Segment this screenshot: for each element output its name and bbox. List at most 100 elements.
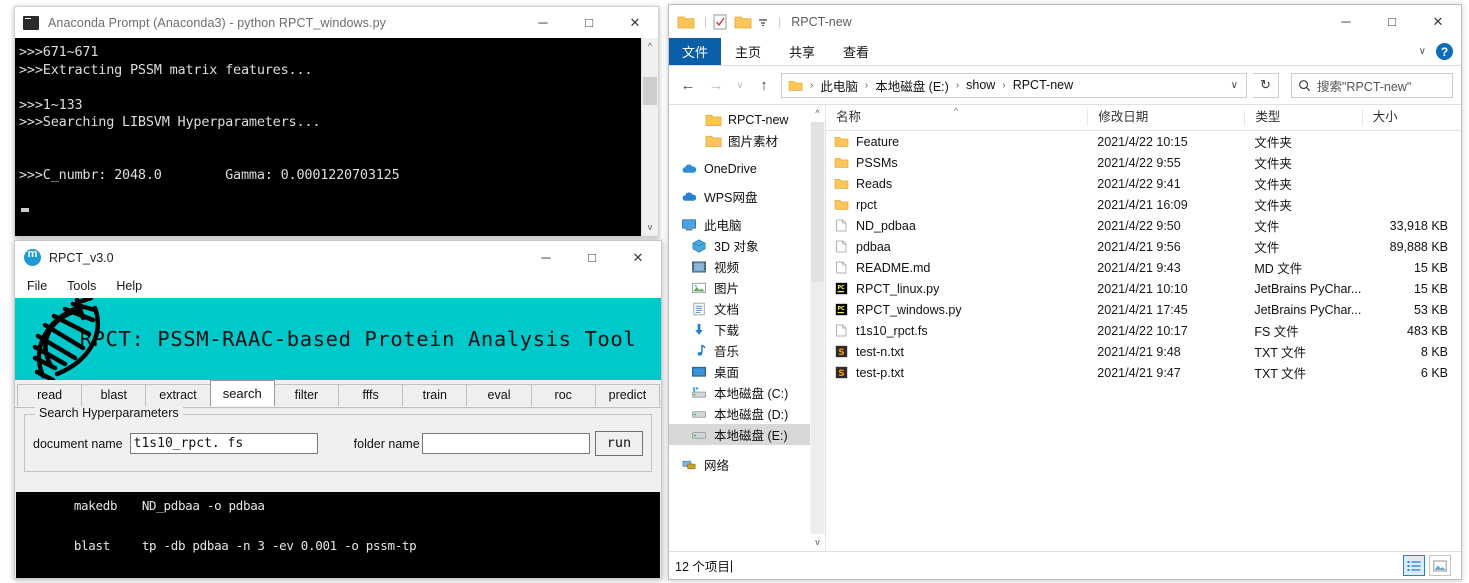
- scroll-down-icon[interactable]: v: [815, 534, 820, 551]
- anaconda-scrollbar[interactable]: ^ v: [641, 38, 658, 236]
- table-row[interactable]: PC RPCT_linux.py 2021/4/21 10:10 JetBrai…: [826, 278, 1461, 299]
- view-mode-buttons[interactable]: [1403, 555, 1455, 576]
- ribbon-tab-share[interactable]: 共享: [775, 38, 829, 65]
- rpct-tab-bar[interactable]: read blast extract search filter fffs tr…: [15, 380, 661, 406]
- file-explorer-window[interactable]: | | RPCT-new ─ □ ✕ 文件 主页 共享 查看 ∨ ? ← → ∨…: [668, 4, 1462, 580]
- scroll-up-icon[interactable]: ^: [648, 38, 652, 55]
- table-row[interactable]: PC RPCT_windows.py 2021/4/21 17:45 JetBr…: [826, 299, 1461, 320]
- file-list-pane[interactable]: 名称 修改日期 类型 大小 ^ Feature 2021/4/22 10:15 …: [825, 105, 1461, 551]
- scrollbar-track-lower[interactable]: [811, 282, 824, 534]
- tree-item-desktop[interactable]: 桌面: [669, 361, 825, 382]
- chevron-down-icon[interactable]: [757, 13, 769, 31]
- scrollbar-thumb[interactable]: [643, 77, 657, 105]
- tree-item-pictures-material[interactable]: 图片素材: [669, 130, 825, 151]
- tab-train[interactable]: train: [402, 384, 468, 406]
- table-row[interactable]: Feature 2021/4/22 10:15 文件夹: [826, 131, 1461, 152]
- refresh-button[interactable]: ↻: [1253, 72, 1279, 98]
- new-folder-icon[interactable]: [734, 13, 752, 31]
- maximize-button[interactable]: □: [569, 243, 615, 273]
- tree-item-3d-objects[interactable]: 3D 对象: [669, 235, 825, 256]
- help-icon[interactable]: ?: [1436, 43, 1453, 60]
- rpct-menu-bar[interactable]: File Tools Help: [15, 274, 661, 298]
- table-row[interactable]: rpct 2021/4/21 16:09 文件夹: [826, 194, 1461, 215]
- breadcrumb-this-pc[interactable]: 此电脑: [818, 76, 860, 95]
- column-size[interactable]: 大小: [1361, 109, 1461, 126]
- large-icons-view-button[interactable]: [1429, 555, 1451, 576]
- tree-item-wps-cloud[interactable]: WPS网盘: [669, 186, 825, 207]
- tree-item-rpct-new[interactable]: RPCT-new: [669, 109, 825, 130]
- maximize-button[interactable]: □: [566, 8, 612, 38]
- tree-item-videos[interactable]: 视频: [669, 256, 825, 277]
- tree-item-pictures[interactable]: 图片: [669, 277, 825, 298]
- rpct-title-bar[interactable]: RPCT_v3.0 ─ □ ✕: [15, 241, 661, 274]
- tab-blast[interactable]: blast: [81, 384, 147, 406]
- column-headers[interactable]: 名称 修改日期 类型 大小 ^: [826, 105, 1461, 131]
- scroll-up-icon[interactable]: ^: [815, 105, 819, 122]
- ribbon-tab-home[interactable]: 主页: [721, 38, 775, 65]
- ribbon-tab-file[interactable]: 文件: [669, 38, 722, 65]
- tree-item-network[interactable]: 网络: [669, 454, 825, 475]
- close-button[interactable]: ✕: [1415, 7, 1461, 37]
- tab-filter[interactable]: filter: [273, 384, 340, 406]
- table-row[interactable]: t1s10_rpct.fs 2021/4/22 10:17 FS 文件 483 …: [826, 320, 1461, 341]
- forward-button[interactable]: →: [705, 77, 727, 94]
- minimize-button[interactable]: ─: [520, 8, 566, 38]
- column-type[interactable]: 类型: [1244, 109, 1361, 126]
- rpct-application-window[interactable]: RPCT_v3.0 ─ □ ✕ File Tools Help: [14, 240, 662, 579]
- properties-icon[interactable]: [711, 13, 729, 31]
- tree-item-drive-c[interactable]: 本地磁盘 (C:): [669, 382, 825, 403]
- folder-icon[interactable]: [677, 13, 695, 31]
- tab-read[interactable]: read: [17, 384, 83, 406]
- menu-tools[interactable]: Tools: [65, 278, 98, 294]
- maximize-button[interactable]: □: [1369, 7, 1415, 37]
- tab-roc[interactable]: roc: [530, 384, 596, 406]
- tree-item-drive-d[interactable]: 本地磁盘 (D:): [669, 403, 825, 424]
- search-box[interactable]: 搜索"RPCT-new": [1291, 72, 1453, 98]
- close-button[interactable]: ✕: [612, 8, 658, 38]
- explorer-ribbon[interactable]: 文件 主页 共享 查看 ∨ ?: [669, 38, 1461, 66]
- back-button[interactable]: ←: [677, 77, 699, 94]
- tab-predict[interactable]: predict: [594, 384, 661, 406]
- table-row[interactable]: pdbaa 2021/4/21 9:56 文件 89,888 KB: [826, 236, 1461, 257]
- recent-locations-button[interactable]: ∨: [733, 80, 747, 91]
- anaconda-window-controls[interactable]: ─ □ ✕: [520, 8, 658, 38]
- ribbon-tab-view[interactable]: 查看: [829, 38, 883, 65]
- minimize-button[interactable]: ─: [523, 243, 569, 273]
- address-dropdown-icon[interactable]: ∨: [1231, 80, 1242, 91]
- tree-item-drive-e[interactable]: 本地磁盘 (E:): [669, 424, 825, 445]
- anaconda-prompt-window[interactable]: Anaconda Prompt (Anaconda3) - python RPC…: [14, 6, 659, 237]
- address-bar[interactable]: › 此电脑 › 本地磁盘 (E:) › show › RPCT-new ∨: [781, 72, 1247, 98]
- menu-file[interactable]: File: [25, 278, 49, 294]
- breadcrumb-show[interactable]: show: [964, 78, 997, 92]
- document-name-input[interactable]: t1s10_rpct. fs: [129, 433, 318, 454]
- anaconda-title-bar[interactable]: Anaconda Prompt (Anaconda3) - python RPC…: [15, 7, 658, 38]
- table-row[interactable]: README.md 2021/4/21 9:43 MD 文件 15 KB: [826, 257, 1461, 278]
- tree-item-this-pc[interactable]: 此电脑: [669, 214, 825, 235]
- close-button[interactable]: ✕: [615, 243, 661, 273]
- details-view-button[interactable]: [1403, 555, 1425, 576]
- tab-fffs[interactable]: fffs: [338, 384, 404, 406]
- menu-help[interactable]: Help: [114, 278, 144, 294]
- table-row[interactable]: PSSMs 2021/4/22 9:55 文件夹: [826, 152, 1461, 173]
- explorer-title-bar[interactable]: | | RPCT-new ─ □ ✕: [669, 5, 1461, 38]
- minimize-button[interactable]: ─: [1323, 7, 1369, 37]
- tree-item-music[interactable]: 音乐: [669, 340, 825, 361]
- navigation-pane[interactable]: RPCT-new 图片素材 OneDrive WPS网盘 此电脑 3D 对象 视…: [669, 105, 825, 551]
- table-row[interactable]: ND_pdbaa 2021/4/22 9:50 文件 33,918 KB: [826, 215, 1461, 236]
- up-button[interactable]: ↑: [753, 77, 775, 94]
- column-date-modified[interactable]: 修改日期: [1087, 109, 1244, 126]
- table-row[interactable]: S test-n.txt 2021/4/21 9:48 TXT 文件 8 KB: [826, 341, 1461, 362]
- rpct-window-controls[interactable]: ─ □ ✕: [523, 243, 661, 273]
- tree-item-onedrive[interactable]: OneDrive: [669, 158, 825, 179]
- breadcrumb-rpct-new[interactable]: RPCT-new: [1011, 78, 1075, 92]
- table-row[interactable]: Reads 2021/4/22 9:41 文件夹: [826, 173, 1461, 194]
- ribbon-expand-icon[interactable]: ∨: [1419, 46, 1426, 57]
- tab-search[interactable]: search: [209, 380, 275, 406]
- scroll-down-icon[interactable]: v: [648, 219, 653, 236]
- navigation-tree[interactable]: RPCT-new 图片素材 OneDrive WPS网盘 此电脑 3D 对象 视…: [669, 105, 825, 551]
- tree-item-documents[interactable]: 文档: [669, 298, 825, 319]
- run-button[interactable]: run: [595, 431, 643, 456]
- tree-scrollbar[interactable]: ^ v: [810, 105, 825, 551]
- tab-extract[interactable]: extract: [145, 384, 211, 406]
- scrollbar-thumb[interactable]: [811, 122, 824, 282]
